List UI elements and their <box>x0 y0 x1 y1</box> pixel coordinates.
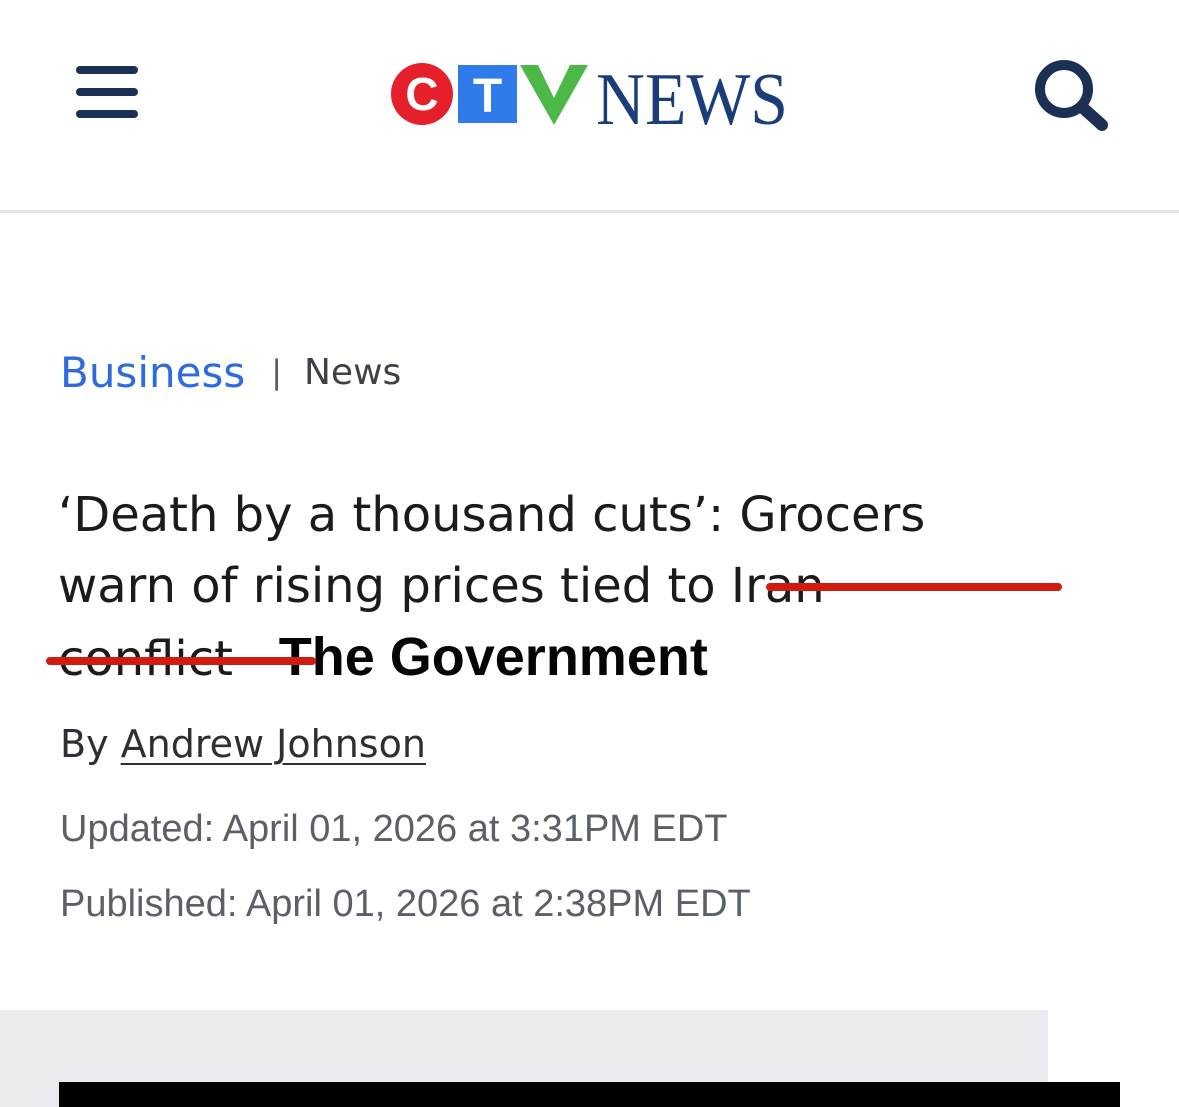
v-mark: V <box>520 65 588 125</box>
breadcrumb-separator: | <box>271 353 282 391</box>
video-player[interactable] <box>59 1082 1120 1107</box>
breadcrumb: Business | News <box>60 342 401 402</box>
search-icon[interactable] <box>1030 56 1112 132</box>
ctv-news-logo[interactable]: C T V NEWS <box>390 58 790 130</box>
breadcrumb-business-link[interactable]: Business <box>60 348 245 397</box>
headline-line-1: ‘Death by a thousand cuts’: Grocers <box>58 487 926 543</box>
headline-line-3: conflict The Government <box>46 622 1138 693</box>
published-timestamp: Published: April 01, 2026 at 2:38PM EDT <box>60 883 751 925</box>
breadcrumb-news-label: News <box>304 351 402 393</box>
c-mark: C <box>391 63 453 125</box>
headline-line-2-prefix: warn of rising prices tied to <box>58 558 716 614</box>
t-mark: T <box>458 65 517 123</box>
logo-letter-c: C <box>405 68 438 120</box>
site-header: C T V NEWS <box>0 0 1179 213</box>
byline: By Andrew Johnson <box>60 722 426 766</box>
updated-timestamp: Updated: April 01, 2026 at 3:31PM EDT <box>60 808 728 850</box>
logo-letter-t: T <box>473 70 502 123</box>
strike-through-mark-2 <box>46 657 316 665</box>
article-headline: ‘Death by a thousand cuts’: Grocers warn… <box>46 480 1138 693</box>
author-link[interactable]: Andrew Johnson <box>121 722 426 766</box>
hamburger-menu-icon[interactable] <box>72 60 142 124</box>
headline-replacement-text: The Government <box>278 627 708 687</box>
strike-through-mark-1 <box>766 583 1062 591</box>
headline-line-2: warn of rising prices tied to Iran <box>58 551 1138 622</box>
byline-prefix: By <box>60 722 109 766</box>
logo-wordmark: NEWS <box>596 59 788 130</box>
